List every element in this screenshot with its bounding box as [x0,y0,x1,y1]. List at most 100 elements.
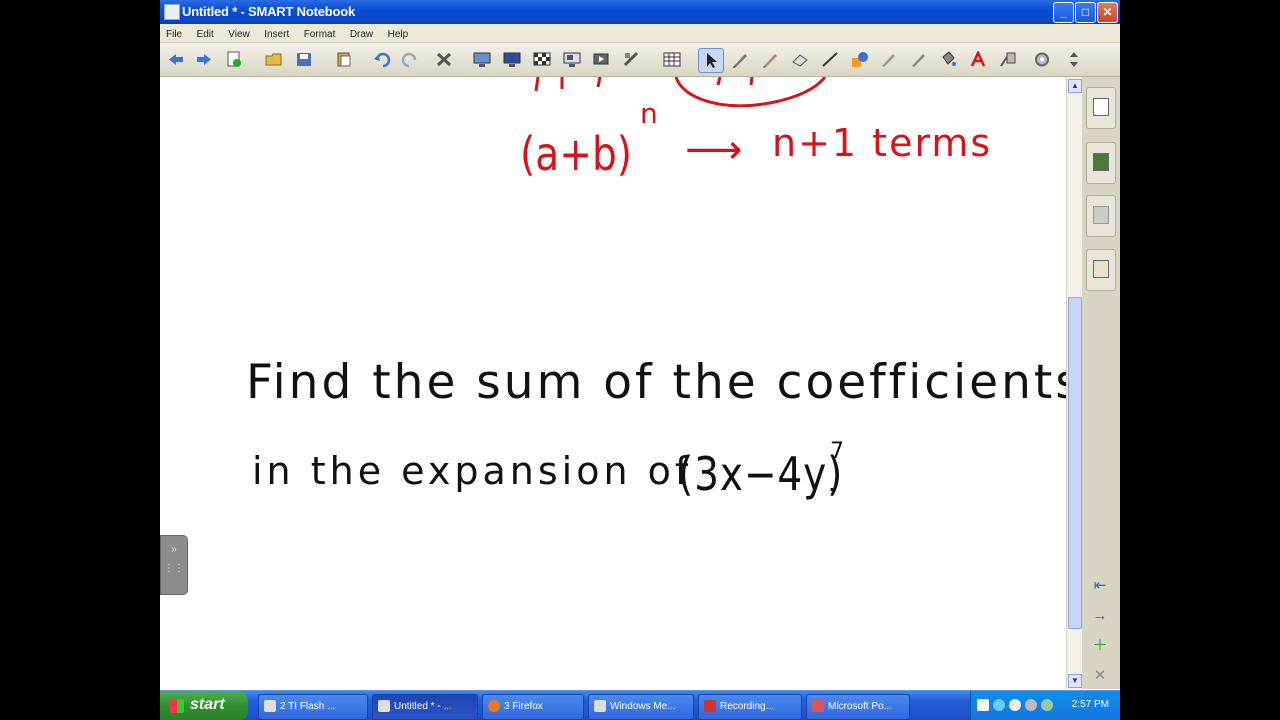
smart-notebook-window: Untitled * - SMART Notebook _ □ ✕ File E… [160,0,1120,720]
scroll-down-arrow[interactable]: ▼ [1068,674,1082,688]
move-toolbar-button[interactable] [1062,48,1086,71]
table-button[interactable] [660,48,684,71]
eraser-button[interactable] [788,48,812,71]
menu-draw[interactable]: Draw [344,26,377,40]
text-button[interactable] [966,48,990,71]
close-button[interactable]: ✕ [1097,2,1118,23]
select-button[interactable] [698,48,724,73]
start-button[interactable]: start [160,691,248,720]
maximize-button[interactable]: □ [1075,2,1096,23]
tray-app3-icon[interactable] [1041,699,1053,711]
binomial-expression: (a+b) [520,127,633,181]
ti-flash-icon [264,700,276,713]
page-icon [1093,98,1109,116]
open-icon [265,53,282,66]
notebook-icon [378,700,390,713]
menu-format[interactable]: Format [298,26,340,40]
back-button[interactable] [164,48,188,71]
network-icon[interactable] [993,699,1005,711]
full-screen-button[interactable] [500,48,524,71]
system-tray: 2:57 PM [970,691,1120,720]
tray-app2-icon[interactable] [1025,699,1037,711]
creative-pen-button[interactable] [758,48,782,71]
problem-period: . [828,469,836,497]
undo-button[interactable] [370,48,394,71]
delete-icon [436,52,452,67]
pen-icon [733,54,747,68]
taskbar-item-smart-notebook[interactable]: Untitled * - ... [372,694,478,720]
eraser-icon [792,54,808,67]
paste-icon [337,52,351,67]
taskbar-item-recording[interactable]: Recording... [698,694,802,720]
screen-shade-icon [473,52,491,67]
problem-exponent: 7 [830,439,844,464]
properties-button[interactable] [996,48,1020,71]
vertical-scrollbar[interactable]: ▲ ▼ [1066,77,1082,689]
whiteboard-canvas[interactable]: (a+b) n ⟶ n+1 terms Find the sum of the … [160,77,1080,689]
floating-tools-handle[interactable]: » ⋮⋮ [160,535,188,595]
powerpoint-icon [812,700,824,713]
transparent-background-button[interactable] [530,48,554,71]
paste-button[interactable] [332,48,356,71]
side-tab-panel: ⇤ → ＋ ✕ [1082,77,1120,689]
firefox-icon [488,700,500,713]
shape-button[interactable] [848,48,872,71]
open-button[interactable] [262,48,286,71]
binomial-exponent: n [640,97,658,130]
forward-button[interactable] [192,48,216,71]
magic-pen-button[interactable] [876,48,900,71]
recording-icon [704,700,716,713]
problem-expression: (3x−4y) [678,447,844,501]
next-page-icon[interactable]: → [1090,607,1110,625]
menu-bar: File Edit View Insert Format Draw Help [160,24,1120,43]
save-button[interactable] [292,48,316,71]
add-page-button[interactable] [222,48,246,71]
auto-hide-icon[interactable]: ⇤ [1090,577,1110,595]
fill-button[interactable] [906,48,930,71]
taskbar-item-powerpoint[interactable]: Microsoft Po... [806,694,910,720]
menu-help[interactable]: Help [382,26,413,40]
scroll-up-arrow[interactable]: ▲ [1068,79,1082,93]
gallery-tab[interactable] [1086,142,1116,184]
creative-pen-icon [763,54,777,68]
save-icon [297,53,311,66]
table-icon [663,52,681,67]
properties-tab[interactable] [1086,249,1116,291]
redo-icon [401,52,417,68]
add-page-side-icon[interactable]: ＋ [1090,637,1110,655]
taskbar-item-firefox[interactable]: 3 Firefox [482,694,584,720]
video-button[interactable] [590,48,614,71]
capture-button[interactable] [560,48,584,71]
scroll-thumb[interactable] [1068,297,1082,629]
windows-taskbar: start 2 TI Flash ... Untitled * - ... 3 … [160,690,1120,720]
paint-bucket-button[interactable] [936,48,960,71]
title-bar[interactable]: Untitled * - SMART Notebook _ □ ✕ [160,0,1120,24]
screen-shade-button[interactable] [470,48,494,71]
redo-button[interactable] [398,48,422,71]
page-sorter-tab[interactable] [1086,87,1116,129]
line-button[interactable] [818,48,842,71]
menu-file[interactable]: File [160,26,186,40]
attachments-tab[interactable] [1086,195,1116,237]
tray-app-icon[interactable] [1009,699,1021,711]
delete-page-icon[interactable]: ✕ [1090,667,1110,685]
magic-pen-icon [882,54,895,67]
minimize-button[interactable]: _ [1053,2,1074,23]
menu-edit[interactable]: Edit [191,26,218,40]
tools-button[interactable] [620,48,644,71]
settings-button[interactable] [1030,48,1054,71]
menu-view[interactable]: View [222,26,254,40]
window-title: Untitled * - SMART Notebook [182,4,355,19]
fill-icon [912,54,925,67]
help-icon[interactable] [977,699,989,711]
delete-button[interactable] [432,48,456,71]
term-count-text: n+1 terms [772,121,993,165]
pen-button[interactable] [728,48,752,71]
gallery-icon [1093,153,1109,171]
paperclip-icon [1093,206,1109,224]
taskbar-item-windows-media[interactable]: Windows Me... [588,694,694,720]
back-icon [169,54,183,65]
full-screen-icon [503,52,521,67]
taskbar-item-ti-flash[interactable]: 2 TI Flash ... [258,694,368,720]
menu-insert[interactable]: Insert [258,26,293,40]
